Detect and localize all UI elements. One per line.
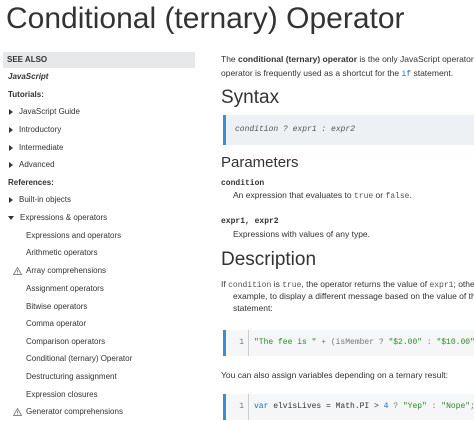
desc-line-2: example, to display a different message … <box>233 291 474 301</box>
intro-term: conditional (ternary) operator <box>238 54 358 64</box>
code-text: ? <box>388 402 403 411</box>
page-title: Conditional (ternary) Operator <box>6 2 405 35</box>
sidebar-subitem[interactable]: Bitwise operators <box>26 300 87 314</box>
line-number: 1 <box>226 330 249 356</box>
code-text: ; <box>470 402 474 411</box>
sidebar-item-expressions-operators[interactable]: Expressions & operators <box>8 211 107 225</box>
code-string: "Yep" <box>402 402 427 411</box>
intro-text: The <box>221 54 239 64</box>
chevron-right-icon <box>9 144 13 151</box>
sidebar: SEE ALSO JavaScript Tutorials: JavaScrip… <box>0 50 198 421</box>
code-false: false <box>385 192 410 201</box>
sidebar-item-label: Expressions & operators <box>20 213 108 222</box>
description-heading: Description <box>221 249 317 270</box>
sidebar-subitem[interactable]: Comparison operators <box>26 335 105 349</box>
sidebar-subitem[interactable]: Expressions and operators <box>26 229 121 243</box>
sidebar-item-javascript-guide[interactable]: JavaScript Guide <box>9 105 80 119</box>
main-content: The conditional (ternary) operator is th… <box>221 50 474 421</box>
code-string: "Nope" <box>441 402 471 411</box>
sidebar-item-built-in-objects[interactable]: Built-in objects <box>9 193 71 207</box>
param-condition-desc: An expression that evaluates to true or … <box>233 189 412 203</box>
warning-icon <box>13 266 22 275</box>
line-number: 1 <box>226 394 249 420</box>
see-also-header: SEE ALSO <box>3 52 195 68</box>
chevron-right-icon <box>9 108 13 115</box>
intro-text: is the only JavaScript operator <box>357 54 474 64</box>
sidebar-subitem-generator-comprehensions[interactable]: Generator comprehensions <box>13 405 123 419</box>
sidebar-item-introductory[interactable]: Introductory <box>9 123 61 137</box>
desc-text: , the operator returns the value of <box>301 279 430 289</box>
code-expr1: expr1 <box>429 281 454 290</box>
code-string: "The fee is " <box>254 338 317 347</box>
warning-icon <box>13 407 22 416</box>
sidebar-tutorials-heading: Tutorials: <box>8 90 44 99</box>
sidebar-subitem[interactable]: Arithmetic operators <box>26 246 98 260</box>
intro-text: statement. <box>411 68 454 78</box>
sidebar-item-label: JavaScript Guide <box>19 107 80 116</box>
sidebar-item-label: Generator comprehensions <box>26 407 123 416</box>
param-text: An expression that evaluates to <box>233 190 354 200</box>
assign-text: You can also assign variables depending … <box>221 370 448 380</box>
code-text: : <box>426 402 442 411</box>
sidebar-item-intermediate[interactable]: Intermediate <box>9 141 63 155</box>
sidebar-subitem[interactable]: Comma operator <box>26 317 86 331</box>
code-keyword: var <box>254 402 269 411</box>
code-text: elvisLives = Math.PI > <box>268 402 384 411</box>
sidebar-item-label: Introductory <box>19 125 62 134</box>
code-text: + (isMember ? <box>316 338 389 347</box>
syntax-code-block: condition ? expr1 : expr2 <box>223 115 474 145</box>
if-statement-link[interactable]: if <box>402 70 412 79</box>
chevron-right-icon <box>9 126 13 133</box>
code-true: true <box>353 192 374 201</box>
param-text: or <box>373 190 386 200</box>
chevron-right-icon <box>9 161 13 168</box>
sidebar-item-advanced[interactable]: Advanced <box>9 158 55 172</box>
sidebar-item-label: Advanced <box>19 160 55 169</box>
sidebar-subitem[interactable]: Destructuring assignment <box>26 370 117 384</box>
param-text: . <box>409 190 412 200</box>
sidebar-item-label: Array comprehensions <box>26 266 107 275</box>
intro-line-2: operator is frequently used as a shortcu… <box>221 67 453 81</box>
sidebar-item-label: Intermediate <box>19 143 64 152</box>
sidebar-subitem-array-comprehensions[interactable]: Array comprehensions <box>13 264 106 278</box>
desc-line-3: statement: <box>233 303 273 313</box>
code-string: "$10.00" <box>436 338 474 347</box>
code-true: true <box>282 281 302 290</box>
desc-text: is <box>271 279 283 289</box>
chevron-right-icon <box>9 196 13 203</box>
code-example-1: 1 "The fee is " + (isMember ? "$2.00" : "… <box>223 330 474 356</box>
intro-line-1: The conditional (ternary) operator is th… <box>221 53 474 65</box>
chevron-down-icon <box>8 215 14 220</box>
param-expr-desc: Expressions with values of any type. <box>233 229 371 239</box>
sidebar-item-label: Built-in objects <box>19 195 72 204</box>
code-text: : <box>422 338 437 347</box>
syntax-heading: Syntax <box>221 87 280 108</box>
sidebar-references-heading: References: <box>8 178 54 187</box>
parameters-heading: Parameters <box>221 154 299 171</box>
code-string: "$2.00" <box>388 338 423 347</box>
desc-text: ; othe <box>453 279 474 289</box>
sidebar-subitem[interactable]: Expression closures <box>26 388 98 402</box>
sidebar-subitem[interactable]: Assignment operators <box>26 282 104 296</box>
code-example-2: 1 var elvisLives = Math.PI > 4 ? "Yep" : … <box>223 394 474 420</box>
sidebar-javascript[interactable]: JavaScript <box>8 70 48 84</box>
param-expr-name: expr1, expr2 <box>221 217 279 226</box>
code-condition: condition <box>228 281 272 290</box>
sidebar-subitem-current[interactable]: Conditional (ternary) Operator <box>26 352 132 366</box>
intro-text: operator is frequently used as a shortcu… <box>221 68 402 78</box>
